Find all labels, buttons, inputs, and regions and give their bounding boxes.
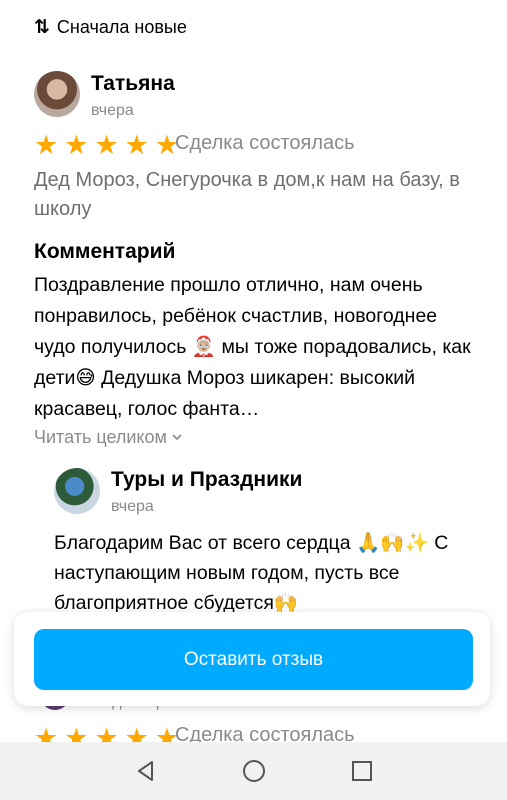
reply-date: вчера [111, 498, 154, 515]
comment-text: Поздравление прошло отлично, нам очень п… [34, 274, 471, 420]
home-icon[interactable] [241, 758, 267, 784]
reply-text: Благодарим Вас от всего сердца 🙏🙌✨ С нас… [54, 532, 449, 614]
read-more-label: Читать целиком [34, 427, 167, 447]
read-more-link[interactable]: Читать целиком [34, 427, 183, 448]
rating-stars: ★ ★ ★ ★ ★ [34, 131, 179, 159]
seller-avatar [54, 468, 100, 514]
leave-review-button[interactable]: Оставить отзыв [34, 629, 473, 690]
user-avatar [34, 71, 80, 117]
comment-title: Комментарий [34, 240, 176, 263]
star-icon: ★ [64, 130, 89, 160]
sort-arrows-icon: ⇅ [34, 16, 50, 38]
star-icon: ★ [34, 130, 59, 160]
review-date: вчера [91, 102, 134, 119]
recent-apps-icon[interactable] [349, 758, 375, 784]
sort-label: Сначала новые [56, 16, 187, 37]
review-author: Татьяна [91, 72, 175, 95]
deal-status: Сделка состоялась [175, 132, 355, 154]
reply-author: Туры и Праздники [111, 468, 303, 491]
review-service: Дед Мороз, Снегурочка в дом,к нам на баз… [34, 169, 460, 220]
chevron-down-icon [171, 427, 183, 448]
star-icon: ★ [124, 130, 149, 160]
sort-control[interactable]: ⇅ Сначала новые [34, 14, 187, 40]
star-icon: ★ [94, 130, 119, 160]
system-navbar [0, 742, 507, 800]
back-icon[interactable] [133, 758, 159, 784]
